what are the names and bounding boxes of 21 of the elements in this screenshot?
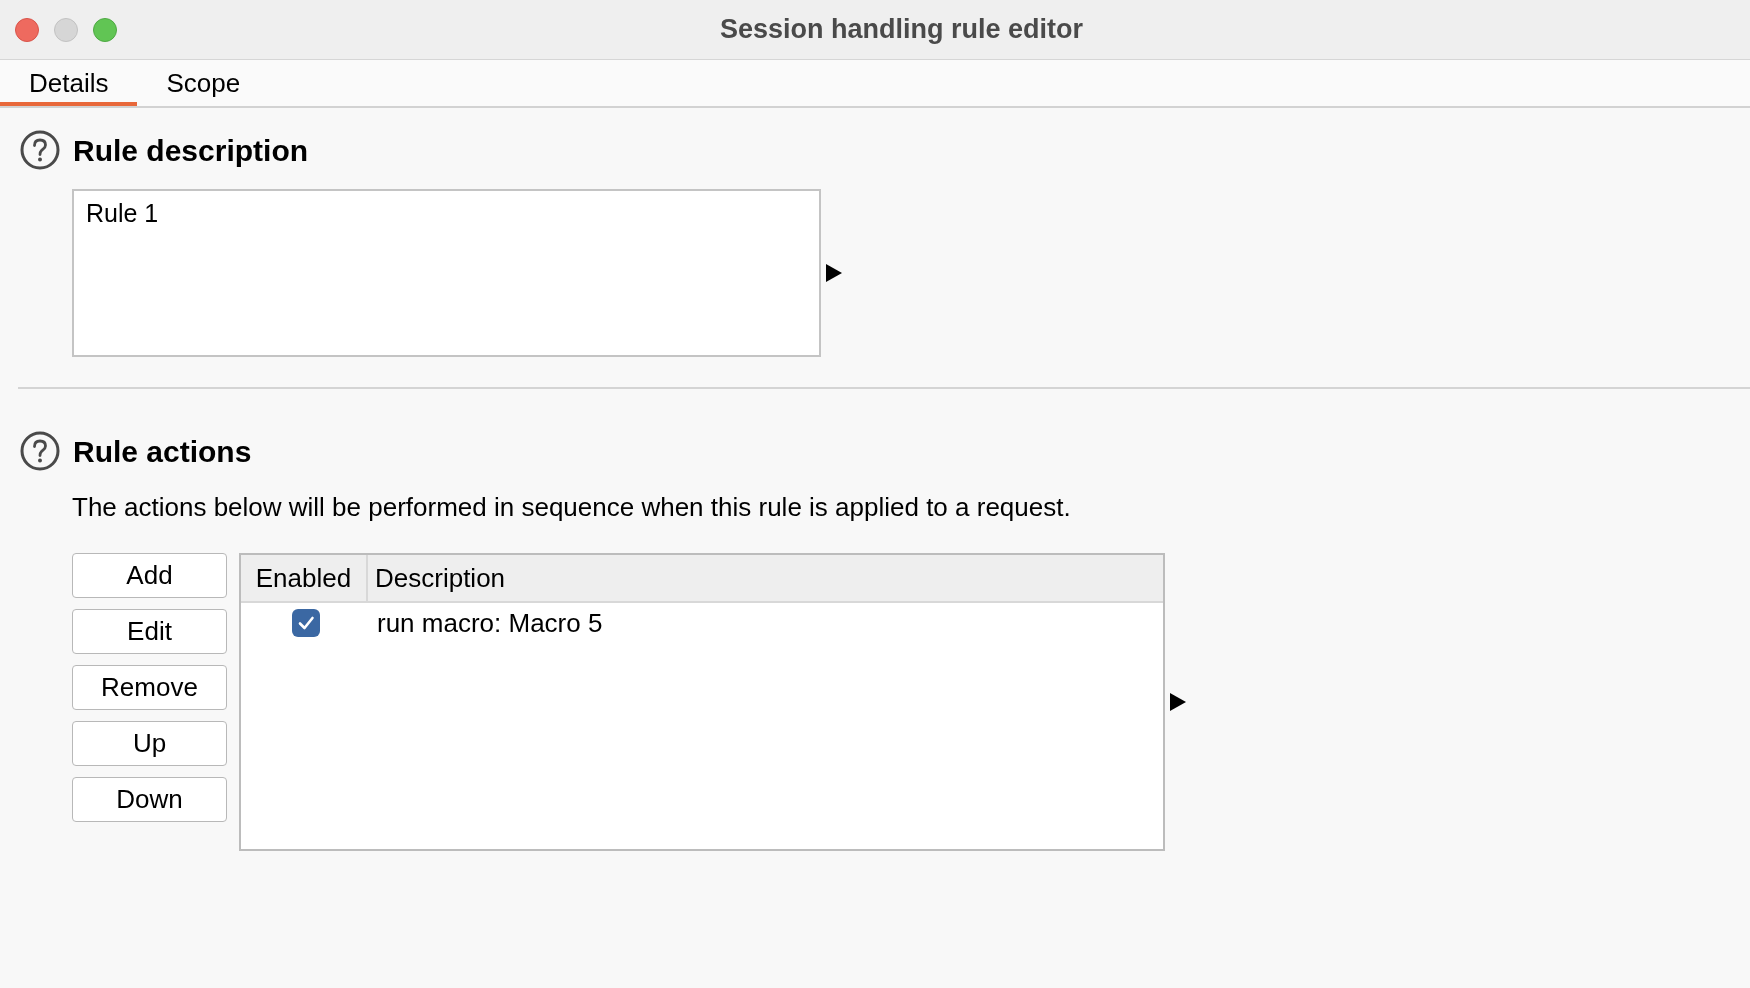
checkbox[interactable] — [291, 609, 320, 637]
column-header[interactable]: Description — [368, 555, 1163, 601]
table-cell-text: run macro: Macro 5 — [376, 606, 603, 640]
tab[interactable]: Details — [0, 60, 138, 106]
action-button[interactable]: Up — [72, 721, 227, 766]
help-icon[interactable] — [20, 431, 60, 471]
action-button[interactable]: Down — [72, 777, 227, 822]
instruction-text: The actions below will be performed in sequence when this rule is applied to a request. — [72, 491, 1071, 524]
column-header[interactable]: Enabled — [241, 555, 368, 601]
triangle-icon[interactable] — [826, 264, 842, 282]
action-button[interactable]: Add — [72, 553, 227, 598]
action-button[interactable]: Edit — [72, 609, 227, 654]
help-icon[interactable] — [20, 130, 60, 170]
window-title: Session handling rule editor — [720, 13, 1084, 47]
tab[interactable]: Scope — [137, 60, 270, 106]
rule-description-field[interactable]: Rule 1 — [72, 189, 821, 357]
close-button[interactable] — [15, 17, 39, 42]
section-heading: Rule actions — [73, 433, 252, 470]
triangle-icon[interactable] — [1170, 693, 1186, 711]
action-button[interactable]: Remove — [72, 665, 227, 710]
section-heading: Rule description — [73, 132, 309, 169]
